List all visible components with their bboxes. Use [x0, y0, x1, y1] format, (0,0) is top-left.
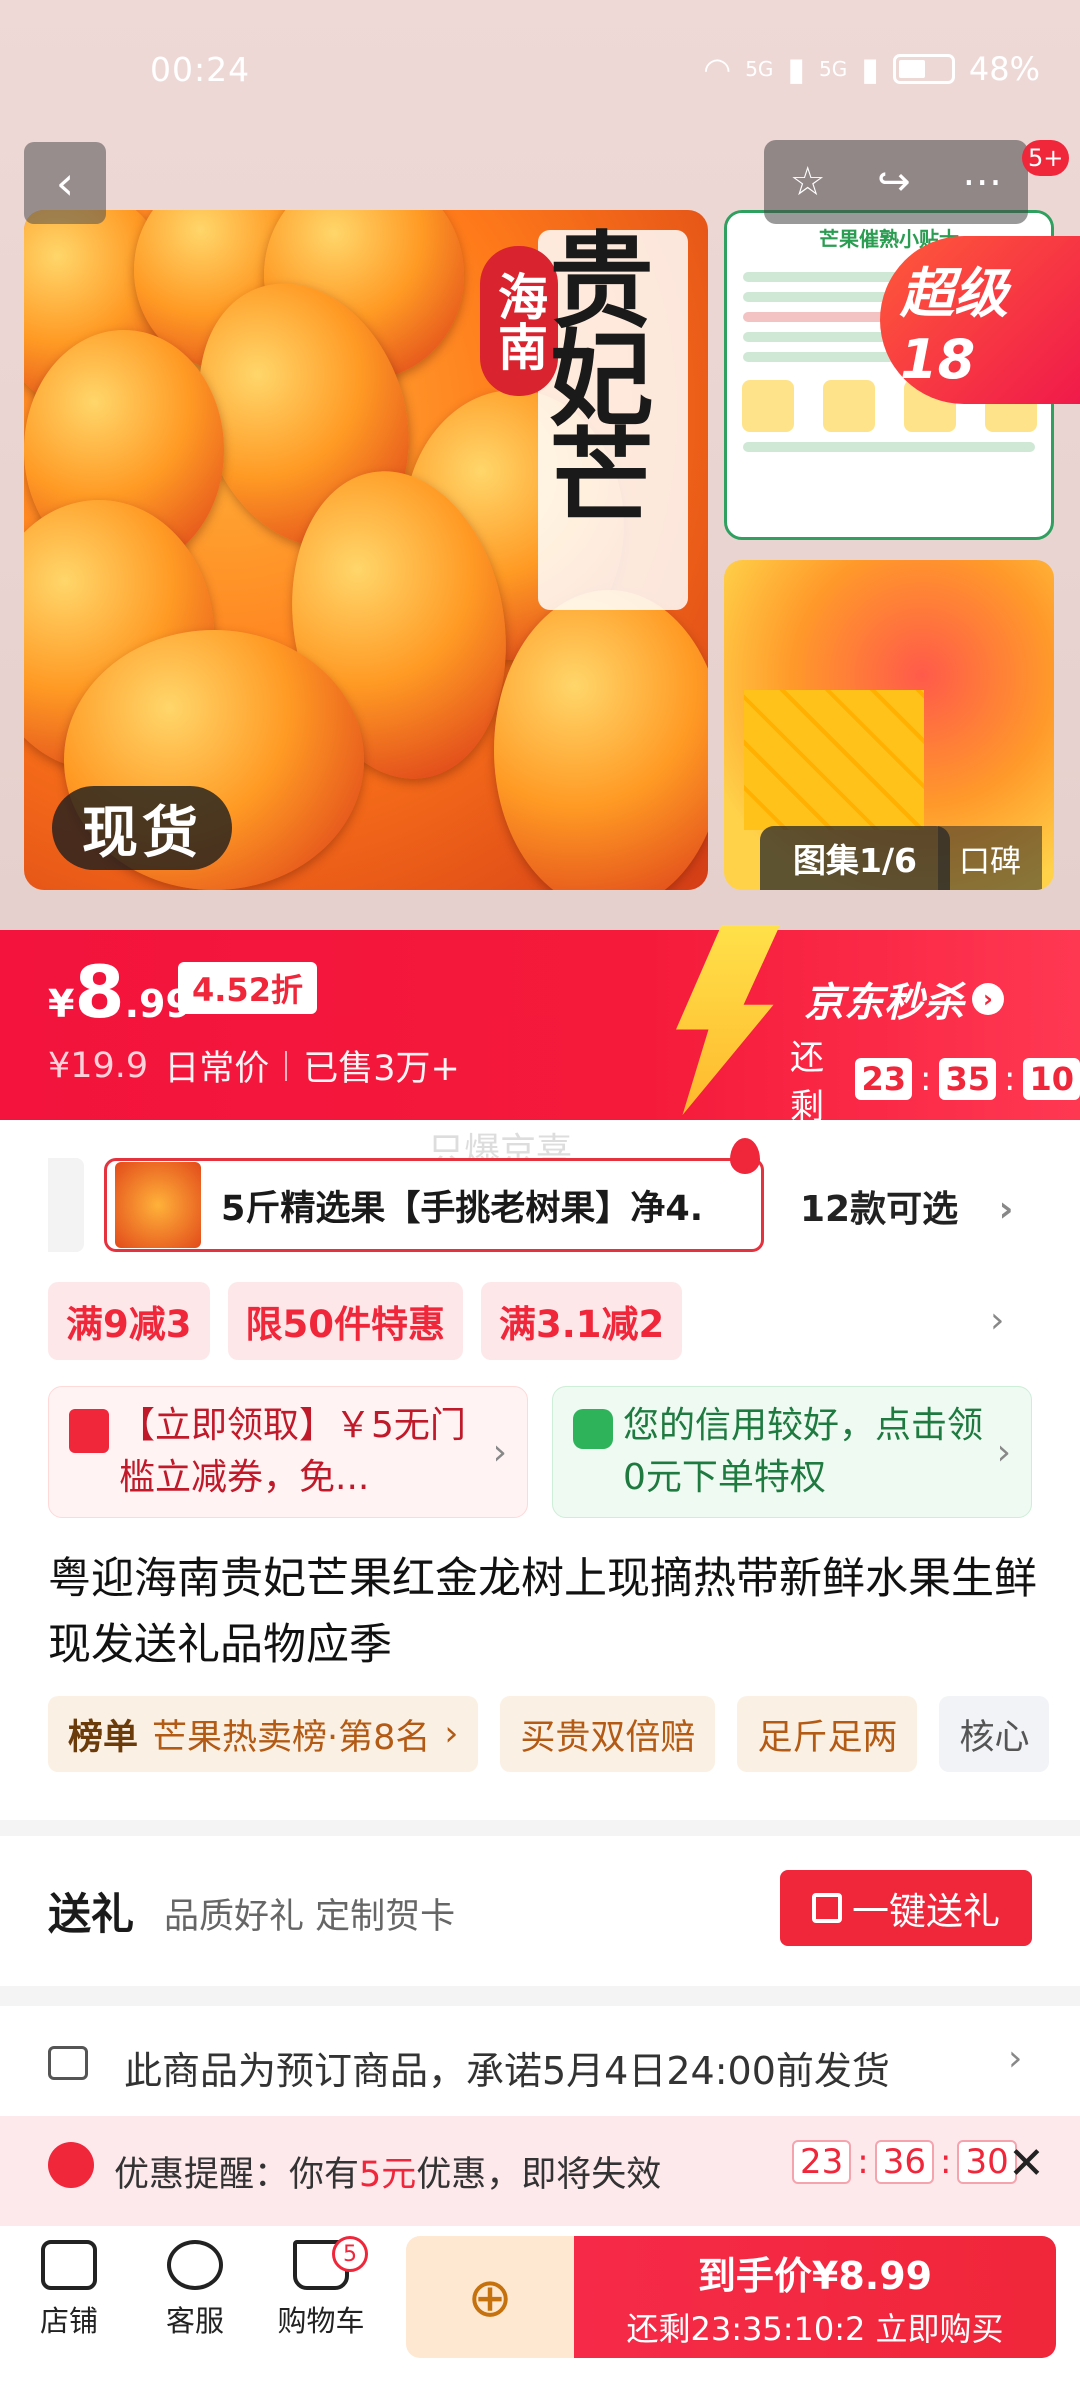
- credit-text: 您的信用较好，点击领0元下单特权: [623, 1405, 984, 1498]
- in-stock-badge: 现货: [52, 786, 232, 870]
- price-meta: ¥19.9 日常价 已售3万+: [48, 1040, 460, 1091]
- battery-icon: [892, 54, 955, 84]
- list-price: ¥19.9: [48, 1045, 149, 1086]
- coupon-icon: [69, 1409, 109, 1453]
- signal-bars-icon: ▮: [861, 50, 879, 88]
- wifi-icon: ◠: [703, 50, 732, 88]
- chevron-right-icon: ›: [972, 983, 1004, 1015]
- coupon-text: 【立即领取】￥5无门槛立减券，免...: [119, 1405, 466, 1498]
- chevron-right-icon: ›: [1008, 2038, 1023, 2079]
- message-badge: 5+: [1022, 140, 1070, 176]
- signal-bars-icon: ▮: [787, 50, 806, 88]
- chevron-right-icon: ›: [996, 1431, 1011, 1473]
- top-actions: ☆ ↪ ⋯: [764, 140, 1028, 224]
- add-to-cart-button[interactable]: ⊕: [406, 2236, 574, 2358]
- sku-selected[interactable]: 5斤精选果【手挑老树果】净4.: [104, 1158, 764, 1252]
- cut-mango-thumbnail[interactable]: 图集1/6 口碑: [724, 560, 1054, 890]
- seckill-link[interactable]: 京东秒杀 ›: [804, 970, 1004, 1028]
- close-icon[interactable]: ✕: [1008, 2138, 1045, 2189]
- image-title: 贵妃芒: [531, 226, 654, 520]
- countdown-seconds: 10: [1023, 1058, 1080, 1100]
- verified-tag[interactable]: 核心: [939, 1696, 1050, 1772]
- gift-subtitle: 品质好礼 定制贺卡: [164, 1897, 456, 1937]
- chevron-right-icon: ›: [444, 1714, 459, 1754]
- service-button[interactable]: 客服: [140, 2240, 250, 2340]
- gift-title: 送礼: [48, 1890, 134, 1940]
- shipping-text: 此商品为预订商品，承诺5月4日24:00前发货: [124, 2049, 890, 2093]
- promo-tag[interactable]: 限50件特惠: [227, 1282, 463, 1360]
- reminder-countdown: 23: 36: 30: [792, 2140, 1017, 2184]
- promo-tag[interactable]: 满9减3: [48, 1282, 210, 1360]
- current-price: ¥ 8 .99: [48, 950, 192, 1034]
- coupon-card[interactable]: 【立即领取】￥5无门槛立减券，免... ›: [48, 1386, 528, 1518]
- countdown-minutes: 35: [939, 1058, 996, 1100]
- favorite-star-icon[interactable]: ☆: [790, 159, 826, 205]
- chevron-right-icon: ›: [492, 1431, 507, 1473]
- cart-plus-icon: ⊕: [467, 2265, 513, 2329]
- seckill-countdown: 还剩 23: 35: 10: [790, 1030, 1080, 1128]
- gift-icon: [812, 1893, 842, 1923]
- shopping-bag-icon: [573, 1409, 613, 1449]
- rank-tag[interactable]: 榜单 芒果热卖榜·第8名 ›: [48, 1696, 479, 1772]
- list-price-label: 日常价: [164, 1049, 270, 1089]
- clock-icon: [48, 2142, 94, 2188]
- discount-badge: 4.52折: [178, 962, 317, 1014]
- gallery-counter[interactable]: 图集1/6: [760, 826, 950, 890]
- send-gift-button[interactable]: 一键送礼: [780, 1870, 1032, 1946]
- chevron-right-icon: ›: [998, 1189, 1014, 1230]
- tag-row: 榜单 芒果热卖榜·第8名 › 买贵双倍赔 足斤足两 核心: [48, 1696, 1050, 1772]
- shop-icon: [41, 2240, 97, 2290]
- credit-card[interactable]: 您的信用较好，点击领0元下单特权 ›: [552, 1386, 1032, 1518]
- product-title: 粤迎海南贵妃芒果红金龙树上现摘热带新鲜水果生鲜现发送礼品物应季: [48, 1554, 1037, 1670]
- sold-count: 已售3万+: [303, 1049, 460, 1089]
- status-time: 00:24: [150, 50, 251, 89]
- signal-5g-2: 5G: [819, 57, 848, 81]
- main-product-image[interactable]: 海南 贵妃芒 现货: [24, 210, 708, 890]
- weight-tag[interactable]: 足斤足两: [737, 1696, 918, 1772]
- sku-thumbnail: [115, 1162, 201, 1248]
- more-icon[interactable]: ⋯: [962, 159, 1002, 205]
- more-sku-link[interactable]: 12款可选 ›: [800, 1180, 1014, 1232]
- promo-tag[interactable]: 满3.1减2: [481, 1282, 683, 1360]
- promo-row[interactable]: 满9减3 限50件特惠 满3.1减2: [48, 1282, 683, 1360]
- reminder-text: 优惠提醒：你有5元优惠，即将失效: [114, 2155, 662, 2195]
- cart-count-badge: 5: [332, 2236, 368, 2272]
- chat-smile-icon: [167, 2240, 223, 2290]
- sku-option-prev[interactable]: [48, 1158, 84, 1252]
- status-icons: ◠ 5G ▮ 5G ▮ 48%: [703, 50, 1040, 88]
- hot-flame-icon: [730, 1138, 760, 1174]
- sku-label: 5斤精选果【手挑老树果】净4.: [221, 1188, 704, 1229]
- shop-button[interactable]: 店铺: [14, 2240, 124, 2340]
- buy-now-button[interactable]: 到手价¥8.99 还剩23:35:10:2 立即购买: [574, 2236, 1056, 2358]
- super-18-badge[interactable]: 超级18: [880, 236, 1080, 404]
- chevron-left-icon: ‹: [55, 156, 75, 210]
- promo-chevron-icon[interactable]: ›: [990, 1300, 1004, 1341]
- battery-percent: 48%: [968, 50, 1040, 88]
- truck-icon: [48, 2046, 88, 2080]
- signal-5g-1: 5G: [745, 57, 774, 81]
- reviews-tab[interactable]: 口碑: [938, 826, 1042, 890]
- back-button[interactable]: ‹: [24, 142, 106, 224]
- guarantee-tag[interactable]: 买贵双倍赔: [500, 1696, 716, 1772]
- countdown-hours: 23: [855, 1058, 912, 1100]
- share-icon[interactable]: ↪: [877, 159, 911, 205]
